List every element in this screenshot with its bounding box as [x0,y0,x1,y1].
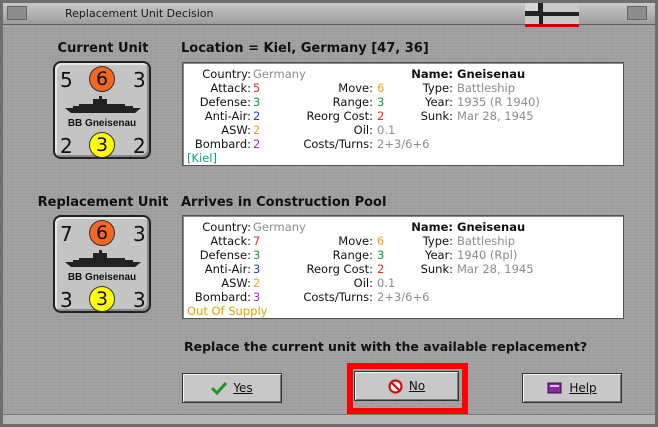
costs-value: 2+3/6+6 [377,137,430,151]
counter-attack-circle: 6 [89,66,115,92]
year-value: 1935 (R 1940) [457,95,540,109]
name-label: Name: [411,220,453,234]
replacement-dialog: Replacement Unit Decision Current Unit L… [0,0,658,427]
country-label: Country: [202,67,251,81]
attack-value: 5 [253,81,261,95]
year-label: Year: [424,95,453,109]
window-title: Replacement Unit Decision [65,7,214,20]
antiair-label: Anti-Air: [204,262,251,276]
no-sign-icon [388,378,403,394]
counter-unit-name: BB Gneisenau [67,118,137,129]
antiair-value: 3 [253,262,261,276]
location-footer: [Kiel] [187,151,217,165]
battleship-icon [65,250,141,267]
range-label: Range: [332,248,373,262]
counter-top-right: 3 [133,68,146,92]
defense-label: Defense: [199,95,251,109]
current-unit-details: Country: Germany Attack: 5 Defense: 3 An… [182,62,624,166]
replacement-unit-label: Replacement Unit [37,195,169,210]
supply-footer: Out Of Supply [187,304,268,318]
reorg-label: Reorg Cost: [306,262,373,276]
book-icon [547,381,563,395]
title-bar[interactable]: Replacement Unit Decision [3,3,655,27]
counter-top-left: 7 [60,222,73,246]
oil-value: 0.1 [377,276,396,290]
antiair-label: Anti-Air: [204,109,251,123]
battleship-icon [65,96,141,113]
type-value: Battleship [457,234,515,248]
current-unit-label: Current Unit [57,41,149,56]
system-menu-icon[interactable] [7,6,27,20]
defense-label: Defense: [199,248,251,262]
no-button-label: No [408,379,426,393]
bombard-label: Bombard: [194,137,251,151]
help-button-label: Help [569,381,597,395]
attack-value: 7 [253,234,261,248]
antiair-value: 2 [253,109,261,123]
counter-attack-circle: 6 [89,220,115,246]
oil-label: Oil: [353,276,373,290]
move-label: Move: [338,234,373,248]
counter-bottom-left: 3 [60,288,73,312]
name-value: Gneisenau [457,67,526,81]
german-flag-icon [525,3,579,27]
sunk-value: Mar 28, 1945 [457,109,534,123]
asw-value: 2 [253,123,261,137]
sunk-label: Sunk: [420,109,453,123]
asw-value: 2 [253,276,261,290]
no-button[interactable]: No [354,371,459,401]
status-strip [3,414,655,424]
close-grip-icon[interactable] [627,6,647,20]
type-value: Battleship [457,81,515,95]
reorg-label: Reorg Cost: [306,109,373,123]
costs-value: 2+3/6+6 [377,290,430,304]
range-label: Range: [332,95,373,109]
current-location-heading: Location = Kiel, Germany [47, 36] [181,41,429,56]
counter-unit-name: BB Gneisenau [67,272,137,283]
counter-top-right: 3 [133,222,146,246]
yes-button[interactable]: Yes [182,373,282,403]
country-value: Germany [253,220,306,234]
bombard-value: 3 [253,290,261,304]
country-value: Germany [253,67,306,81]
current-unit-counter: 5 6 3 BB Gneisenau 2 3 2 [53,61,151,159]
counter-bottom-left: 2 [60,134,73,158]
help-button[interactable]: Help [522,373,622,403]
asw-label: ASW: [221,276,251,290]
counter-defense-circle: 3 [89,132,115,158]
costs-label: Costs/Turns: [303,290,373,304]
sunk-value: Mar 28, 1945 [457,262,534,276]
counter-defense-circle: 3 [89,286,115,312]
yes-button-label: Yes [233,381,253,395]
counter-bottom-right: 2 [133,134,146,158]
costs-label: Costs/Turns: [303,137,373,151]
oil-value: 0.1 [377,123,396,137]
replacement-unit-details: Country: Germany Attack: 7 Defense: 3 An… [182,215,624,319]
name-label: Name: [411,67,453,81]
replace-question: Replace the current unit with the availa… [184,339,588,354]
type-label: Type: [422,81,453,95]
attack-label: Attack: [210,81,251,95]
bombard-label: Bombard: [194,290,251,304]
counter-top-left: 5 [60,68,73,92]
country-label: Country: [202,220,251,234]
defense-value: 3 [253,248,261,262]
type-label: Type: [422,234,453,248]
year-value: 1940 (Rpl) [457,248,518,262]
bombard-value: 2 [253,137,261,151]
year-label: Year: [424,248,453,262]
asw-label: ASW: [221,123,251,137]
checkmark-icon [211,381,228,395]
replacement-unit-counter: 7 6 3 BB Gneisenau 3 3 3 [53,215,151,313]
replacement-pool-heading: Arrives in Construction Pool [181,195,387,210]
defense-value: 3 [253,95,261,109]
attack-label: Attack: [210,234,251,248]
move-label: Move: [338,81,373,95]
sunk-label: Sunk: [420,262,453,276]
oil-label: Oil: [353,123,373,137]
name-value: Gneisenau [457,220,526,234]
counter-bottom-right: 3 [133,288,146,312]
